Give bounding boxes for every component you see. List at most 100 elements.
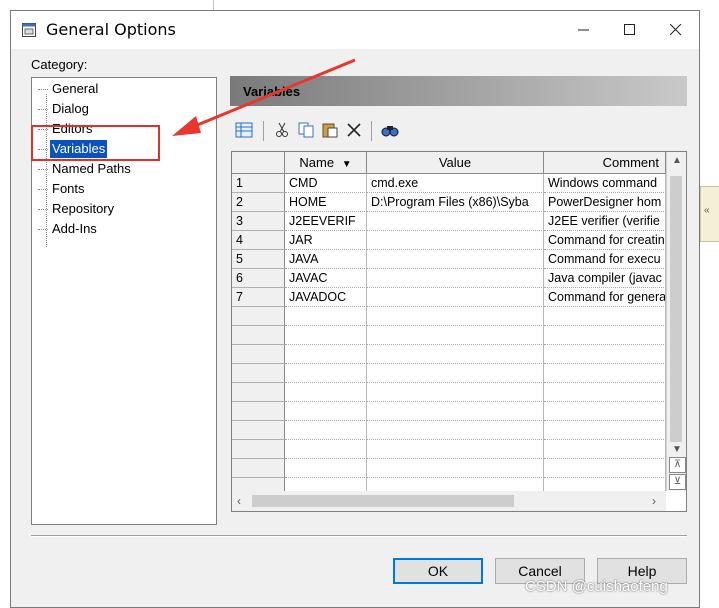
cell-comment[interactable]: PowerDesigner hom	[544, 193, 666, 212]
cell-name[interactable]	[285, 345, 367, 364]
scroll-bottom-icon[interactable]: ⊻	[669, 474, 686, 490]
row-number[interactable]	[232, 307, 285, 326]
footer-separator	[31, 535, 687, 536]
cell-name[interactable]: JAVA	[285, 250, 367, 269]
cell-comment[interactable]: Windows command	[544, 174, 666, 193]
row-number[interactable]: 1	[232, 174, 285, 193]
cell-value[interactable]	[367, 383, 544, 402]
cell-comment[interactable]	[544, 383, 666, 402]
cell-comment[interactable]: Java compiler (javac	[544, 269, 666, 288]
paste-icon[interactable]	[319, 119, 341, 141]
cell-comment[interactable]	[544, 459, 666, 478]
panel-title: Variables	[243, 84, 301, 99]
tree-item-add-ins[interactable]: Add-Ins	[38, 220, 99, 238]
scroll-up-icon[interactable]: ▲	[672, 155, 682, 166]
cell-name[interactable]: HOME	[285, 193, 367, 212]
cell-comment[interactable]	[544, 440, 666, 459]
horizontal-scroll-thumb[interactable]	[252, 495, 514, 507]
cell-comment[interactable]: Command for genera	[544, 288, 666, 307]
scroll-left-icon[interactable]: ‹	[237, 494, 241, 508]
row-number[interactable]	[232, 345, 285, 364]
cell-name[interactable]	[285, 440, 367, 459]
column-header-comment[interactable]: Comment	[544, 152, 666, 174]
cell-name[interactable]	[285, 421, 367, 440]
cell-name[interactable]: JAR	[285, 231, 367, 250]
tree-item-general[interactable]: General	[37, 80, 100, 98]
cell-comment[interactable]: Command for creatin	[544, 231, 666, 250]
cell-value[interactable]	[367, 440, 544, 459]
minimize-icon[interactable]	[561, 11, 607, 49]
row-number[interactable]: 5	[232, 250, 285, 269]
scroll-down-icon[interactable]: ▼	[672, 444, 682, 455]
cell-value[interactable]	[367, 326, 544, 345]
general-options-dialog: General Options Category: General Dialog…	[10, 10, 700, 608]
grid-toolbar	[233, 119, 687, 143]
cell-name[interactable]	[285, 307, 367, 326]
row-number[interactable]: 7	[232, 288, 285, 307]
cell-value[interactable]	[367, 250, 544, 269]
properties-icon[interactable]	[233, 119, 255, 141]
cell-value[interactable]: cmd.exe	[367, 174, 544, 193]
row-number[interactable]	[232, 440, 285, 459]
column-header-value[interactable]: Value	[367, 152, 544, 174]
row-number[interactable]	[232, 383, 285, 402]
cell-value[interactable]	[367, 288, 544, 307]
cell-name[interactable]	[285, 459, 367, 478]
cell-name[interactable]: JAVAC	[285, 269, 367, 288]
column-header-name[interactable]: Name ▼	[285, 152, 367, 174]
maximize-icon[interactable]	[607, 11, 653, 49]
cell-comment[interactable]	[544, 307, 666, 326]
find-icon[interactable]	[379, 119, 401, 141]
copy-icon[interactable]	[295, 119, 317, 141]
cell-name[interactable]: CMD	[285, 174, 367, 193]
close-icon[interactable]	[653, 11, 699, 49]
row-number[interactable]: 4	[232, 231, 285, 250]
row-number[interactable]	[232, 421, 285, 440]
ok-button[interactable]: OK	[393, 558, 483, 584]
cell-value[interactable]	[367, 459, 544, 478]
row-number[interactable]	[232, 364, 285, 383]
delete-icon[interactable]	[343, 119, 365, 141]
row-number[interactable]	[232, 459, 285, 478]
horizontal-scrollbar[interactable]: ‹ ›	[232, 491, 666, 511]
cell-comment[interactable]: Command for execu	[544, 250, 666, 269]
background-side-tab: «	[700, 186, 719, 242]
cut-icon[interactable]	[271, 119, 293, 141]
cell-name[interactable]	[285, 364, 367, 383]
vertical-scroll-thumb[interactable]	[670, 176, 682, 442]
tree-item-repository[interactable]: Repository	[37, 200, 116, 218]
cell-value[interactable]	[367, 345, 544, 364]
cell-comment[interactable]	[544, 345, 666, 364]
cell-name[interactable]	[285, 402, 367, 421]
cell-value[interactable]	[367, 421, 544, 440]
tree-item-named-paths[interactable]: Named Paths	[38, 160, 133, 178]
row-number[interactable]: 2	[232, 193, 285, 212]
cell-comment[interactable]	[544, 326, 666, 345]
tree-item-dialog[interactable]: Dialog	[38, 100, 91, 118]
cell-comment[interactable]	[544, 402, 666, 421]
cell-name[interactable]	[285, 326, 367, 345]
cell-value[interactable]	[367, 402, 544, 421]
row-number[interactable]: 3	[232, 212, 285, 231]
title-bar: General Options	[11, 11, 699, 49]
vertical-scrollbar[interactable]: ▲ ▼ ⊼ ⊻	[666, 152, 686, 491]
cell-name[interactable]: JAVADOC	[285, 288, 367, 307]
cell-value[interactable]	[367, 307, 544, 326]
cell-value[interactable]	[367, 364, 544, 383]
variables-grid[interactable]: Name ▼ Value Comment 1 CMD cmd.exe Windows …	[231, 151, 687, 512]
cell-comment[interactable]	[544, 421, 666, 440]
scroll-top-icon[interactable]: ⊼	[669, 457, 686, 473]
cell-value[interactable]	[367, 269, 544, 288]
cell-comment[interactable]: J2EE verifier (verifie	[544, 212, 666, 231]
row-number[interactable]	[232, 326, 285, 345]
cell-value[interactable]	[367, 212, 544, 231]
cell-value[interactable]: D:\Program Files (x86)\Syba	[367, 193, 544, 212]
cell-comment[interactable]	[544, 364, 666, 383]
cell-value[interactable]	[367, 231, 544, 250]
row-number[interactable]	[232, 402, 285, 421]
scroll-right-icon[interactable]: ›	[652, 494, 656, 508]
tree-item-fonts[interactable]: Fonts	[38, 180, 87, 198]
row-number[interactable]: 6	[232, 269, 285, 288]
cell-name[interactable]	[285, 383, 367, 402]
cell-name[interactable]: J2EEVERIF	[285, 212, 367, 231]
